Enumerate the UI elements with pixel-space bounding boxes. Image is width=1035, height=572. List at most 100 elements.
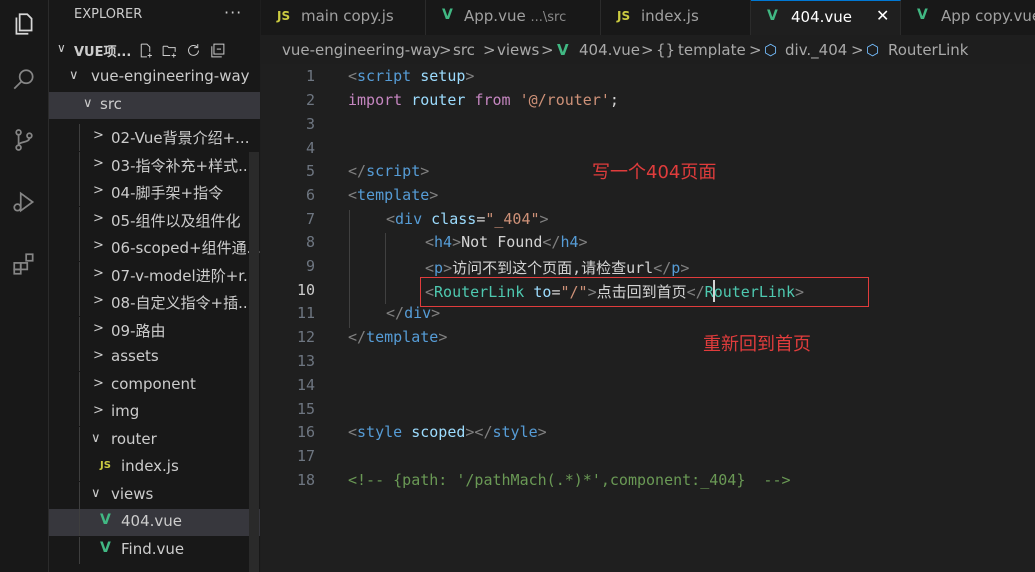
line-number: 1 xyxy=(305,67,315,85)
line-number: 18 xyxy=(296,471,315,489)
tree-folder-07[interactable]: > 07-v-model进阶+r... xyxy=(49,262,260,289)
tree-label: component xyxy=(111,375,196,393)
line-number: 9 xyxy=(305,257,315,275)
chevron-right-icon: > xyxy=(93,403,104,418)
chevron-right-icon: > xyxy=(483,41,496,59)
tree-label: vue-engineering-way xyxy=(91,67,250,85)
tree-folder-02[interactable]: > 02-Vue背景介绍+... xyxy=(49,124,260,151)
chevron-down-icon: ∨ xyxy=(83,96,93,111)
tab-main-copy-js[interactable]: JS main copy.js xyxy=(261,0,426,35)
tree-folder-assets[interactable]: > assets xyxy=(49,344,260,371)
code-line-1: <script setup> xyxy=(348,67,474,85)
chevron-right-icon: > xyxy=(93,321,104,336)
code-editor[interactable]: 1 2 3 4 5 6 7 8 9 10 11 12 13 14 15 16 1… xyxy=(261,64,1035,572)
extensions-icon[interactable] xyxy=(4,244,44,284)
vue-file-icon: V xyxy=(442,7,453,23)
tab-label-text: App.vue xyxy=(464,7,526,25)
tree-label: 03-指令补充+样式... xyxy=(111,157,253,175)
token: "_404" xyxy=(485,210,540,228)
token: < xyxy=(386,210,396,228)
token: class xyxy=(431,210,477,228)
tree-label: img xyxy=(111,402,140,420)
tree-label: 09-路由 xyxy=(111,322,166,340)
tree-folder-03[interactable]: > 03-指令补充+样式... xyxy=(49,152,260,179)
source-control-icon[interactable] xyxy=(4,120,44,160)
collapse-all-icon[interactable] xyxy=(207,40,227,60)
tree-folder-08[interactable]: > 08-自定义指令+插... xyxy=(49,289,260,316)
tree-file-find-vue[interactable]: V Find.vue xyxy=(49,537,260,564)
chevron-right-icon: > xyxy=(93,266,104,281)
indent-guide xyxy=(79,207,80,234)
vue-file-icon: V xyxy=(100,540,111,556)
tab-404-vue[interactable]: V 404.vue ✕ xyxy=(751,0,901,35)
tree-label: src xyxy=(100,95,122,113)
token: ></ xyxy=(465,423,493,441)
template-icon: {} xyxy=(656,41,676,59)
tree-folder-src[interactable]: ∨ src xyxy=(49,92,260,119)
explorer-icon[interactable] xyxy=(4,4,44,44)
chevron-right-icon: > xyxy=(93,211,104,226)
run-debug-icon[interactable] xyxy=(4,182,44,222)
breadcrumb-item[interactable]: 404.vue xyxy=(579,41,640,59)
tree-folder-img[interactable]: > img xyxy=(49,399,260,426)
tree-file-404-vue[interactable]: V 404.vue xyxy=(49,509,260,536)
breadcrumb-item[interactable]: views xyxy=(497,41,539,59)
search-icon[interactable] xyxy=(4,60,44,100)
tab-label: App.vue ...\src xyxy=(464,7,566,25)
tree-folder-04[interactable]: > 04-脚手架+指令 xyxy=(49,179,260,206)
token: template xyxy=(357,186,430,204)
chevron-right-icon: > xyxy=(93,156,104,171)
indent-guide xyxy=(385,233,386,304)
close-icon[interactable]: ✕ xyxy=(876,6,889,25)
tree-folder-05[interactable]: > 05-组件以及组件化 xyxy=(49,207,260,234)
token: > xyxy=(465,67,475,85)
tree-label: 05-组件以及组件化 xyxy=(111,212,241,230)
tab-app-copy-vue[interactable]: V App copy.vue xyxy=(901,0,1035,35)
highlight-box xyxy=(420,277,869,307)
token: script xyxy=(357,67,412,85)
breadcrumb-item[interactable]: template xyxy=(678,41,746,59)
new-file-icon[interactable] xyxy=(135,40,155,60)
token: 访问不到这个页面,请检查url xyxy=(452,259,654,277)
explorer-sidebar: EXPLORER ··· ∨ VUE项... ∨ vue-engineering… xyxy=(49,0,260,572)
text-cursor xyxy=(713,280,715,302)
tree-folder-router[interactable]: ∨ router xyxy=(49,427,260,454)
line-number: 5 xyxy=(305,162,315,180)
indent-guide xyxy=(79,427,80,454)
tab-app-vue[interactable]: V App.vue ...\src xyxy=(426,0,601,35)
vue-file-icon: V xyxy=(917,7,928,23)
tree-folder-component[interactable]: > component xyxy=(49,372,260,399)
code-line-2: import router from '@/router'; xyxy=(348,91,619,109)
indent-guide xyxy=(79,262,80,289)
tree-folder-vue-engineering-way[interactable]: ∨ vue-engineering-way xyxy=(49,64,260,91)
tree-folder-views[interactable]: ∨ views xyxy=(49,482,260,509)
explorer-header: EXPLORER ··· xyxy=(49,0,260,32)
tree-folder-09[interactable]: > 09-路由 xyxy=(49,317,260,344)
tree-label: 07-v-model进阶+r... xyxy=(111,267,258,285)
tab-label: main copy.js xyxy=(301,7,394,25)
tree-folder-06[interactable]: > 06-scoped+组件通... xyxy=(49,234,260,261)
breadcrumb-item[interactable]: div._404 xyxy=(785,41,847,59)
code-line-8: <h4>Not Found</h4> xyxy=(425,233,588,251)
breadcrumb-item[interactable]: RouterLink xyxy=(888,41,968,59)
tab-index-js[interactable]: JS index.js xyxy=(601,0,751,35)
token: setup xyxy=(420,67,466,85)
tree-label: Find.vue xyxy=(121,540,185,558)
new-folder-icon[interactable] xyxy=(159,40,179,60)
tree-label: 06-scoped+组件通... xyxy=(111,239,260,257)
token: > xyxy=(537,423,547,441)
sidebar-scrollbar[interactable] xyxy=(249,152,259,572)
vue-file-icon: V xyxy=(557,41,569,59)
chevron-right-icon: > xyxy=(93,348,104,363)
code-line-16: <style scoped></style> xyxy=(348,423,547,441)
line-number: 2 xyxy=(305,91,315,109)
token: > xyxy=(420,162,430,180)
breadcrumb-item[interactable]: src xyxy=(453,41,475,59)
breadcrumb-item[interactable]: vue-engineering-way xyxy=(282,41,441,59)
refresh-icon[interactable] xyxy=(183,40,203,60)
workspace-section-header[interactable]: ∨ VUE项... xyxy=(49,36,260,64)
tree-file-index-js[interactable]: JS index.js xyxy=(49,454,260,481)
more-actions-button[interactable]: ··· xyxy=(224,3,242,22)
vue-file-icon: V xyxy=(100,512,111,528)
